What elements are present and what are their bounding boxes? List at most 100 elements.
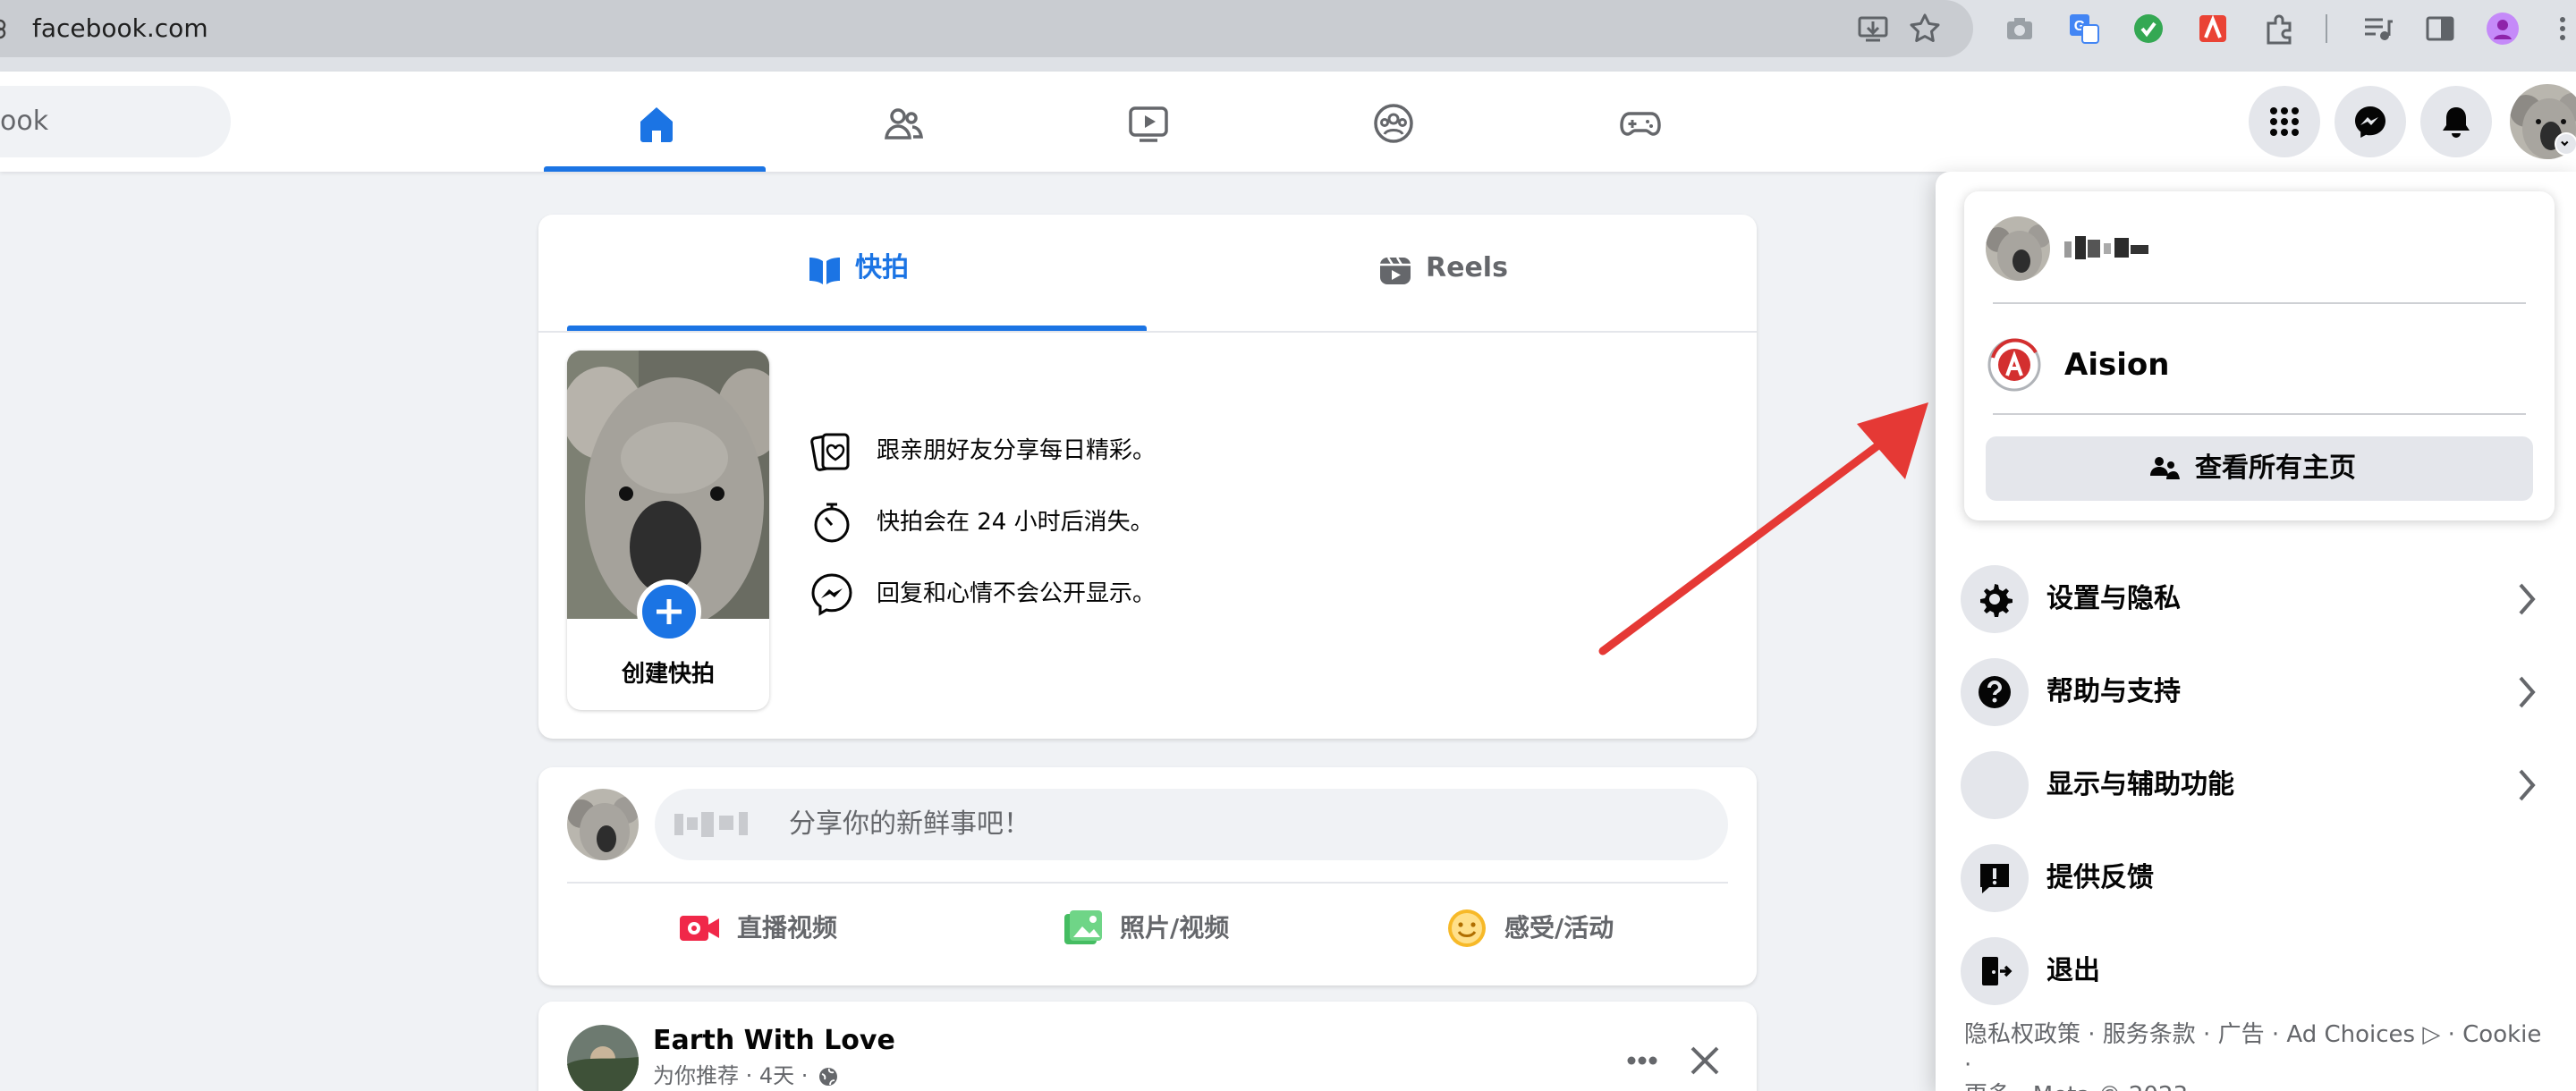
- footer-line-1[interactable]: 隐私权政策 · 服务条款 · 广告 · Ad Choices ▷ · Cooki…: [1964, 1019, 2555, 1080]
- photo-video-icon: [1064, 910, 1102, 944]
- composer-placeholder: 分享你的新鲜事吧！: [789, 808, 1030, 840]
- media-queue-icon[interactable]: [2360, 11, 2395, 47]
- url-text[interactable]: facebook.com: [32, 11, 208, 47]
- site-info-icon[interactable]: [0, 18, 13, 39]
- post-meta-text: 为你推荐 · 4天 ·: [653, 1063, 809, 1088]
- menu-give-feedback[interactable]: 提供反馈: [1961, 841, 2551, 916]
- page-name: Aision: [2064, 347, 2170, 383]
- annotation-arrow: [1598, 402, 1928, 655]
- messenger-button[interactable]: [2334, 86, 2406, 157]
- menu-settings-privacy[interactable]: 设置与隐私: [1961, 562, 2551, 637]
- profile-avatar: [1986, 216, 2050, 281]
- create-story-label: 创建快拍: [621, 661, 715, 688]
- more-options-icon[interactable]: [1615, 1034, 1669, 1087]
- gaming-icon: [1620, 112, 1661, 136]
- install-app-icon[interactable]: [1855, 11, 1891, 47]
- messenger-icon: [2355, 106, 2385, 138]
- tab-stories-label: 快拍: [855, 252, 909, 283]
- stopwatch-icon: [814, 503, 850, 543]
- feature-private-text: 回复和心情不会公开显示。: [877, 580, 1157, 607]
- menu-log-out[interactable]: 退出: [1961, 934, 2551, 1009]
- menu-display-accessibility[interactable]: 显示与辅助功能: [1961, 748, 2551, 823]
- post-author-avatar[interactable]: [567, 1025, 639, 1091]
- browser-toolbar: facebook.com G: [0, 0, 2576, 72]
- live-video-label: 直播视频: [737, 913, 838, 943]
- reels-icon: [1380, 257, 1411, 284]
- tab-gaming[interactable]: [1528, 72, 1750, 172]
- red-extension-icon[interactable]: [2195, 11, 2231, 47]
- moon-icon: [1961, 751, 2029, 819]
- menu-help-support[interactable]: 帮助与支持: [1961, 655, 2551, 730]
- menu-settings-label: 设置与隐私: [2046, 583, 2181, 614]
- home-icon: [640, 107, 673, 142]
- translate-extension-icon[interactable]: G: [2066, 11, 2102, 47]
- help-icon: [1961, 658, 2029, 726]
- tab-friends[interactable]: [791, 72, 1013, 172]
- globe-icon: [819, 1068, 838, 1086]
- see-all-profiles-label: 查看所有主页: [2195, 452, 2356, 484]
- photo-video-label: 照片/视频: [1120, 913, 1230, 943]
- profile-divider: [1993, 302, 2526, 304]
- composer-card: 分享你的新鲜事吧！ 直播视频 照片/视频 感受/活动: [538, 767, 1757, 985]
- gear-icon: [1961, 565, 2029, 633]
- menu-help-label: 帮助与支持: [2046, 676, 2181, 707]
- side-panel-icon[interactable]: [2422, 11, 2458, 47]
- cards-heart-icon: [810, 433, 850, 471]
- feature-share-text: 跟亲朋好友分享每日精彩。: [877, 437, 1157, 464]
- address-bar[interactable]: facebook.com: [0, 0, 1973, 57]
- aision-logo-icon: [1987, 338, 2041, 392]
- menu-icon[interactable]: [2549, 11, 2576, 47]
- account-menu: Aision 查看所有主页 设置与隐私 帮助与支持 显示与辅助功能 提供反馈 退…: [1936, 172, 2576, 1091]
- footer-line-2[interactable]: 更多 · Meta © 2023: [1964, 1080, 2555, 1091]
- tab-home[interactable]: [544, 72, 766, 172]
- tabs-divider: [538, 331, 1757, 333]
- menu-grid-icon: [2270, 107, 2299, 136]
- footer-links[interactable]: 隐私权政策 · 服务条款 · 广告 · Ad Choices ▷ · Cooki…: [1964, 1019, 2555, 1091]
- chevron-right-icon: [2519, 676, 2536, 708]
- watch-icon: [1129, 106, 1168, 142]
- feeling-icon: [1448, 909, 1486, 947]
- notifications-icon: [2443, 107, 2470, 138]
- post-author-name[interactable]: Earth With Love: [653, 1023, 895, 1059]
- extensions-puzzle-icon[interactable]: [2261, 11, 2297, 47]
- blurred-profile-name: [2064, 236, 2148, 259]
- profile-row[interactable]: [1964, 191, 2555, 304]
- tab-watch[interactable]: [1036, 72, 1258, 172]
- chevron-right-icon: [2519, 583, 2536, 615]
- page-row-aision[interactable]: Aision: [1964, 317, 2555, 413]
- notifications-button[interactable]: [2420, 86, 2492, 157]
- see-all-profiles-button[interactable]: 查看所有主页: [1986, 436, 2533, 501]
- feature-disappear-text: 快拍会在 24 小时后消失。: [877, 509, 1154, 536]
- profiles-icon: [2150, 457, 2180, 479]
- camera-extension-icon[interactable]: [2002, 11, 2038, 47]
- whats-on-your-mind-input[interactable]: 分享你的新鲜事吧！: [655, 789, 1728, 860]
- groups-icon: [1374, 104, 1413, 143]
- menu-feedback-label: 提供反馈: [2046, 862, 2154, 893]
- chevron-right-icon: [2519, 769, 2536, 801]
- chevron-down-icon[interactable]: [2555, 132, 2576, 156]
- tab-stories[interactable]: 快拍: [567, 215, 1147, 331]
- green-extension-icon[interactable]: [2131, 11, 2166, 47]
- menu-logout-label: 退出: [2046, 955, 2100, 986]
- tab-reels[interactable]: Reels: [1147, 215, 1726, 331]
- bookmark-star-icon[interactable]: [1907, 11, 1943, 47]
- user-avatar[interactable]: [567, 789, 639, 860]
- plus-icon: [637, 579, 701, 644]
- messenger-icon: [811, 573, 852, 616]
- book-open-icon: [809, 258, 840, 284]
- tab-groups[interactable]: [1281, 72, 1503, 172]
- live-video-icon: [680, 916, 719, 941]
- friends-icon: [885, 108, 924, 140]
- close-icon[interactable]: [1678, 1034, 1732, 1087]
- pages-divider: [1993, 413, 2526, 415]
- menu-display-label: 显示与辅助功能: [2046, 769, 2234, 800]
- create-story-button[interactable]: 创建快拍: [567, 351, 769, 710]
- blurred-username: [674, 812, 748, 837]
- menu-grid-button[interactable]: [2249, 86, 2320, 157]
- stories-card: 快拍 Reels 创建快拍 跟亲朋好友分享每日精彩。 快拍会在 24 小时后消失…: [538, 215, 1757, 739]
- post-card: Earth With Love 为你推荐 · 4天 ·: [538, 1002, 1757, 1091]
- profile-icon[interactable]: [2485, 11, 2521, 47]
- search-placeholder: ook: [0, 106, 49, 137]
- post-meta: 为你推荐 · 4天 ·: [653, 1061, 838, 1091]
- search-input[interactable]: ook: [0, 86, 231, 157]
